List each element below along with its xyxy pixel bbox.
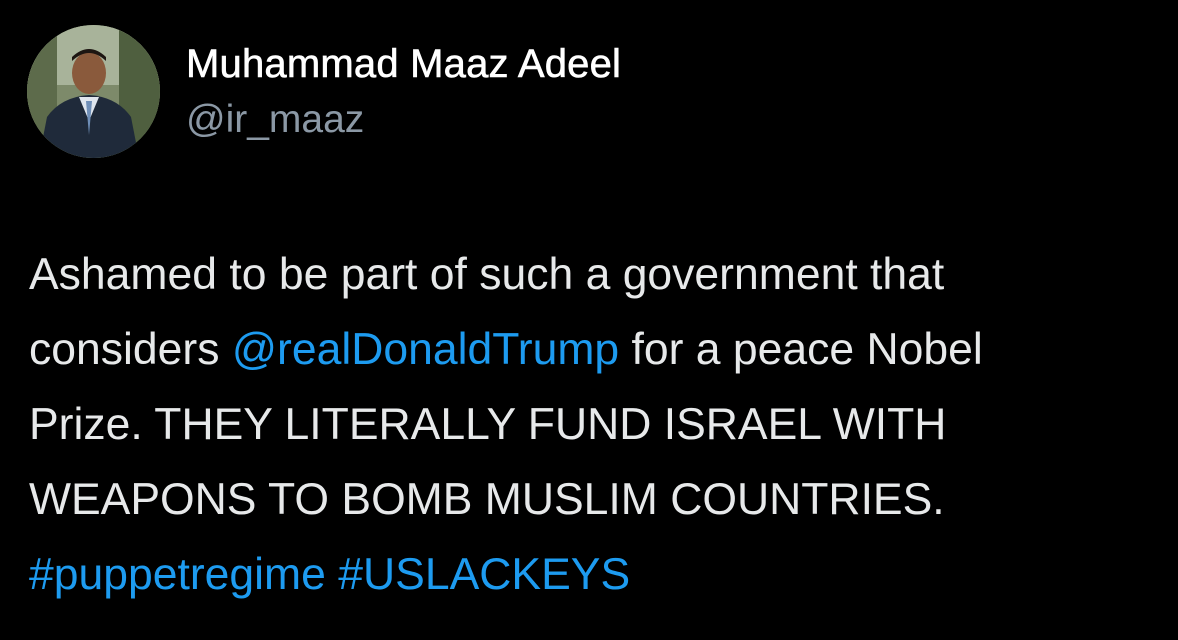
tweet-text: Ashamed to be part of such a government … xyxy=(29,237,1159,612)
hashtag-separator xyxy=(326,550,338,599)
tweet-line-2-start: considers xyxy=(29,325,232,374)
profile-photo-icon xyxy=(27,25,160,158)
tweet-hashtags: #puppetregime #USLACKEYS xyxy=(29,537,1159,612)
tweet-line-1: Ashamed to be part of such a government … xyxy=(29,250,945,299)
hashtag-link-puppetregime[interactable]: #puppetregime xyxy=(29,550,326,599)
author-display-name[interactable]: Muhammad Maaz Adeel xyxy=(186,42,622,87)
author-handle[interactable]: @ir_maaz xyxy=(186,98,364,142)
tweet-line-2-end: for a peace Nobel xyxy=(619,325,983,374)
hashtag-link-uslackeys[interactable]: #USLACKEYS xyxy=(338,550,630,599)
tweet-line-4: WEAPONS TO BOMB MUSLIM COUNTRIES. xyxy=(29,475,945,524)
tweet-line-3: Prize. THEY LITERALLY FUND ISRAEL WITH xyxy=(29,400,947,449)
mention-link[interactable]: @realDonaldTrump xyxy=(232,325,619,374)
avatar[interactable] xyxy=(27,25,160,158)
tweet-card: Muhammad Maaz Adeel @ir_maaz Ashamed to … xyxy=(0,0,1178,640)
tweet-line-2: considers @realDonaldTrump for a peace N… xyxy=(29,312,1159,387)
